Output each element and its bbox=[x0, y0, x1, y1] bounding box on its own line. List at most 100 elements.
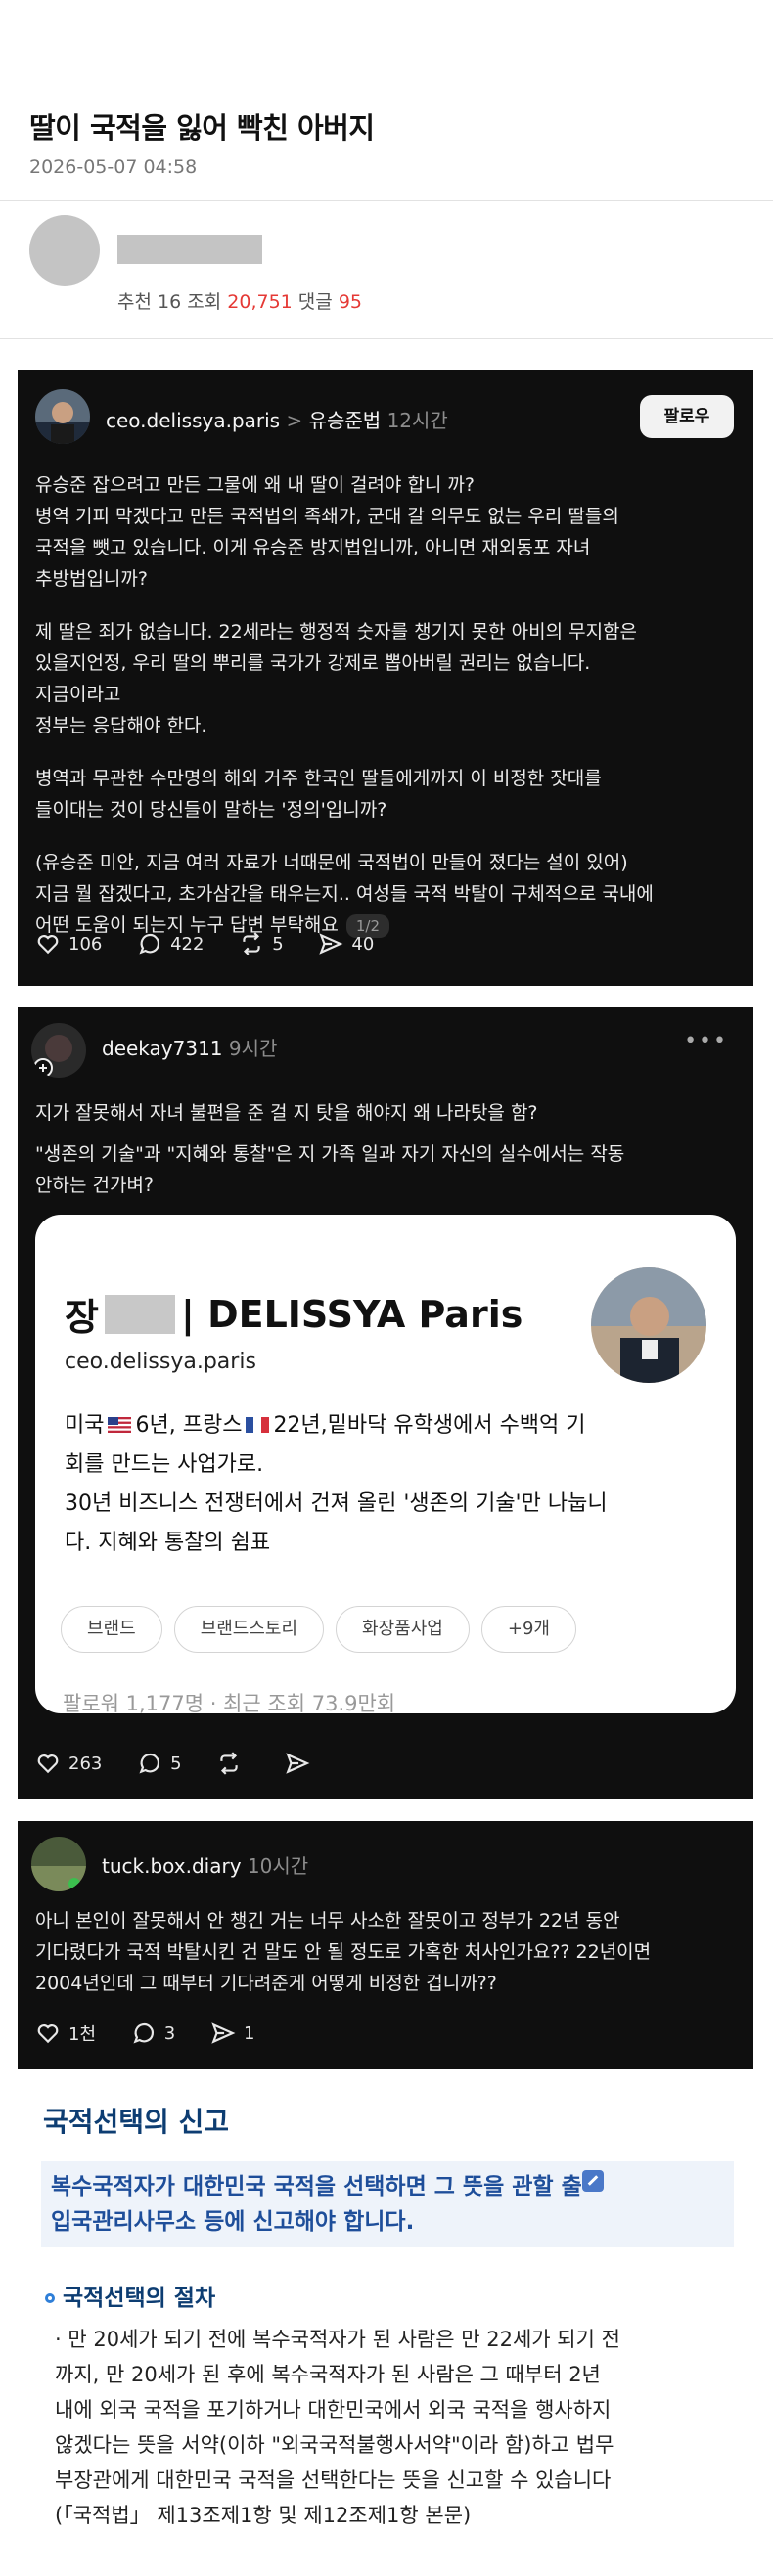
share-icon bbox=[286, 1753, 310, 1774]
post-text-line: 국적을 뺏고 있습니다. 이게 유승준 방지법입니까, 아니면 재외동포 자녀 bbox=[35, 537, 591, 558]
bio-text: 22년,밑바닥 유학생에서 수백억 기 bbox=[273, 1413, 586, 1438]
more-icon[interactable]: ••• bbox=[684, 1029, 728, 1053]
post-datetime: 2026-05-07 04:58 bbox=[29, 156, 198, 178]
legal-body: · 만 20세가 되기 전에 복수국적자가 된 사람은 만 22세가 되기 전 … bbox=[55, 2322, 750, 2533]
reply-count: 3 bbox=[163, 2022, 176, 2044]
legal-highlight-box: 복수국적자가 대한민국 국적을 선택하면 그 뜻을 관할 출 입국관리사무소 등… bbox=[41, 2161, 734, 2247]
post-body: 아니 본인이 잘못해서 안 챙긴 거는 너무 사소한 잘못이고 정부가 22년 … bbox=[35, 1905, 736, 1999]
legal-highlight-text: 입국관리사무소 등에 신고해야 합니다. bbox=[51, 2209, 415, 2235]
share-count: 1 bbox=[243, 2022, 255, 2044]
reply-button[interactable]: 5 bbox=[137, 1751, 182, 1776]
post-text-line: 기다렸다가 국적 박탈시킨 건 말도 안 될 정도로 가혹한 처사인가요?? 2… bbox=[35, 1941, 652, 1963]
topic-tag[interactable]: 유승준법 bbox=[309, 409, 382, 432]
like-count: 106 bbox=[68, 933, 103, 955]
post-text-line: 유승준 잡으려고 만든 그물에 왜 내 딸이 걸려야 합니 까? bbox=[35, 474, 476, 496]
legal-text-line: · 만 20세가 되기 전에 복수국적자가 된 사람은 만 22세가 되기 전 bbox=[55, 2328, 620, 2351]
username[interactable]: deekay7311 bbox=[102, 1037, 223, 1060]
post-time: 12시간 bbox=[386, 409, 448, 432]
legal-text-line: (「국적법」 제13조제1항 및 제12조제1항 본문) bbox=[55, 2504, 472, 2527]
like-count: 263 bbox=[68, 1753, 103, 1774]
post-text-line: 병역과 무관한 수만명의 해외 거주 한국인 딸들에게까지 이 비정한 잣대를 bbox=[35, 768, 602, 789]
comments-count: 95 bbox=[338, 291, 362, 313]
bio-text: 회를 만드는 사업가로. bbox=[65, 1452, 264, 1477]
legal-text-line: 부장관에게 대한민국 국적을 선택한다는 뜻을 신고할 수 있습니다 bbox=[55, 2468, 612, 2492]
post-header: ceo.delissya.paris > 유승준법 12시간 bbox=[106, 405, 448, 433]
avatar[interactable] bbox=[35, 389, 90, 444]
bio-text: 30년 비즈니스 전쟁터에서 건져 올린 '생존의 기술'만 나눕니 bbox=[65, 1491, 608, 1516]
username[interactable]: tuck.box.diary bbox=[102, 1854, 242, 1878]
flag-fr-icon bbox=[246, 1417, 270, 1433]
post-body: 유승준 잡으려고 만든 그물에 왜 내 딸이 걸려야 합니 까? 병역 기피 막… bbox=[35, 469, 736, 941]
flag-us-icon bbox=[108, 1417, 132, 1433]
post-text-line: 지금 뭘 잡겠다고, 초가삼간을 태우는지.. 여성들 국적 박탈이 구체적으로… bbox=[35, 883, 654, 905]
profile-stats: 팔로워 1,177명 · 최근 조회 73.9만회 bbox=[63, 1692, 396, 1713]
post-actions: 1천 3 1 bbox=[35, 2021, 284, 2051]
comments-label: 댓글 bbox=[297, 291, 333, 313]
reply-button[interactable]: 3 bbox=[131, 2021, 175, 2046]
fade-overlay bbox=[0, 2547, 773, 2576]
tag-chip[interactable]: 브랜드스토리 bbox=[173, 1606, 325, 1653]
reply-count: 5 bbox=[170, 1753, 182, 1774]
legal-text-line: 내에 외국 국적을 포기하거나 대한민국에서 외국 국적을 행사하지 bbox=[55, 2398, 612, 2421]
post-text-line: 아니 본인이 잘못해서 안 챙긴 거는 너무 사소한 잘못이고 정부가 22년 … bbox=[35, 1910, 620, 1932]
reply-count: 422 bbox=[170, 933, 205, 955]
post-actions: 106 422 5 40 bbox=[35, 931, 403, 961]
avatar[interactable] bbox=[31, 1023, 86, 1078]
repost-icon bbox=[220, 1752, 238, 1775]
like-button[interactable]: 106 bbox=[35, 931, 102, 956]
comment-icon bbox=[139, 933, 160, 955]
repost-count: 5 bbox=[272, 933, 284, 955]
post-text-line: "생존의 기술"과 "지혜와 통찰"은 지 가족 일과 자기 자신의 실수에서는… bbox=[35, 1143, 625, 1165]
comment-icon bbox=[133, 2022, 154, 2044]
post-text-line: 지가 잘못해서 자녀 불편을 준 걸 지 탓을 해야지 왜 나라탓을 함? bbox=[35, 1102, 538, 1124]
share-button[interactable]: 40 bbox=[318, 931, 374, 956]
legal-section-title: 국적선택의 신고 bbox=[43, 2106, 230, 2138]
divider bbox=[0, 200, 773, 201]
tag-chip[interactable]: +9개 bbox=[480, 1606, 576, 1653]
like-button[interactable]: 263 bbox=[35, 1751, 102, 1776]
post-text-line: 추방법입니까? bbox=[35, 568, 148, 590]
avatar[interactable] bbox=[31, 1837, 86, 1891]
post-text-line: 2004년인데 그 때부터 기다려준게 어떻게 비정한 겁니까?? bbox=[35, 1973, 497, 1994]
post-text-line: 들이대는 것이 당신들이 말하는 '정의'입니까? bbox=[35, 799, 387, 821]
heart-icon bbox=[37, 935, 59, 955]
post-header: deekay7311 9시간 bbox=[102, 1033, 277, 1061]
profile-tags: 브랜드 브랜드스토리 화장품사업 +9개 bbox=[61, 1606, 576, 1653]
author-name-redacted[interactable] bbox=[117, 235, 262, 264]
legal-text-line: 않겠다는 뜻을 서약(이하 "외국국적불행사서약"이라 함)하고 법무 bbox=[55, 2433, 614, 2457]
divider bbox=[0, 338, 773, 339]
edit-icon[interactable] bbox=[581, 2170, 604, 2192]
follow-button[interactable]: 팔로우 bbox=[640, 395, 734, 438]
bio-text: 6년, 프랑스 bbox=[135, 1413, 243, 1438]
username[interactable]: ceo.delissya.paris bbox=[106, 409, 280, 432]
post-actions: 263 5 bbox=[35, 1751, 347, 1781]
post-text-line: 있을지언정, 우리 딸의 뿌리를 국가가 강제로 뽑아버릴 권리는 없습니다. bbox=[35, 652, 591, 674]
legal-subtitle-text: 국적선택의 절차 bbox=[63, 2286, 216, 2311]
profile-bio: 미국 6년, 프랑스 22년,밑바닥 유학생에서 수백억 기 회를 만드는 사업가로… bbox=[65, 1406, 608, 1563]
reply-button[interactable]: 422 bbox=[137, 931, 204, 956]
post-text-line: 안하는 건가벼? bbox=[35, 1175, 155, 1196]
bio-text: 다. 지혜와 통찰의 쉼표 bbox=[65, 1531, 271, 1555]
share-button[interactable]: 1 bbox=[210, 2021, 254, 2046]
share-icon bbox=[211, 2022, 236, 2044]
repost-button[interactable]: 5 bbox=[239, 931, 284, 956]
post-header: tuck.box.diary 10시간 bbox=[102, 1850, 308, 1879]
post-text-line: 병역 기피 막겠다고 만든 국적법의 족쇄가, 군대 갈 의무도 없는 우리 딸… bbox=[35, 506, 619, 527]
like-button[interactable]: 1천 bbox=[35, 2021, 96, 2046]
recommend-label: 추천 bbox=[117, 291, 152, 313]
avatar[interactable] bbox=[29, 215, 100, 286]
repost-button[interactable] bbox=[216, 1751, 250, 1776]
profile-avatar bbox=[591, 1267, 706, 1383]
tag-chip[interactable]: 화장품사업 bbox=[336, 1606, 470, 1653]
tag-chip[interactable]: 브랜드 bbox=[61, 1606, 162, 1653]
profile-handle: ceo.delissya.paris bbox=[65, 1350, 256, 1374]
legal-subtitle: 국적선택의 절차 bbox=[45, 2279, 215, 2312]
post-text-line: 정부는 응답해야 한다. bbox=[35, 715, 207, 736]
separator: > bbox=[286, 409, 303, 432]
profile-name-prefix: 장 bbox=[65, 1296, 99, 1339]
bio-text: 미국 bbox=[65, 1413, 105, 1438]
share-icon bbox=[319, 933, 343, 955]
share-button[interactable] bbox=[285, 1751, 318, 1776]
profile-name-suffix: | DELISSYA Paris bbox=[180, 1292, 523, 1336]
embedded-profile-card[interactable]: 장 | DELISSYA Paris ceo.delissya.paris 미국… bbox=[35, 1215, 736, 1713]
